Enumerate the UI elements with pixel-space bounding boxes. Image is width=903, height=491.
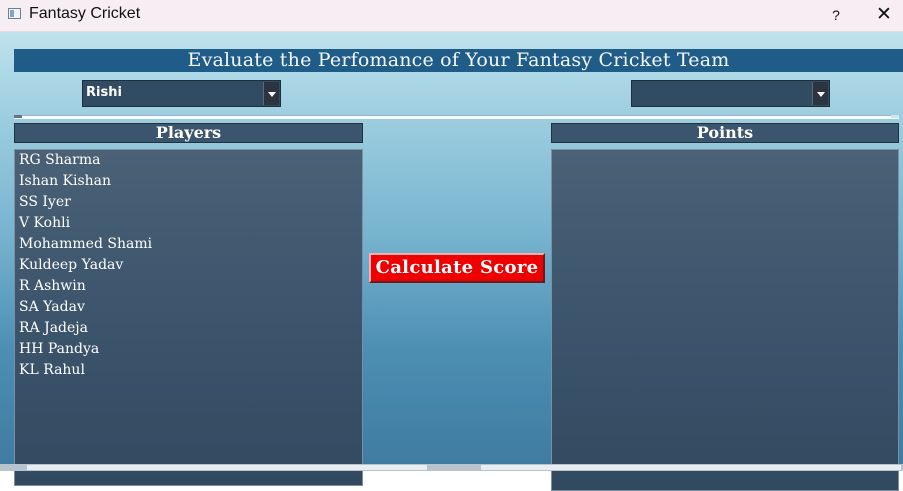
horizontal-scrollbar[interactable] (0, 464, 903, 471)
points-list[interactable] (551, 149, 899, 491)
window-title: Fantasy Cricket (29, 5, 141, 22)
help-button[interactable]: ? (826, 4, 846, 26)
close-button[interactable]: ✕ (872, 4, 896, 26)
list-item[interactable]: V Kohli (19, 215, 70, 231)
list-item[interactable]: Kuldeep Yadav (19, 257, 123, 273)
list-item[interactable]: SS Iyer (19, 194, 71, 210)
match-select[interactable] (631, 80, 830, 107)
app-window-icon (8, 8, 21, 19)
separator-line (14, 115, 899, 119)
players-list[interactable]: RG Sharma Ishan Kishan SS Iyer V Kohli M… (14, 149, 363, 486)
list-item[interactable]: Ishan Kishan (19, 173, 111, 189)
list-item[interactable]: HH Pandya (19, 341, 99, 357)
chevron-down-icon[interactable] (812, 82, 828, 105)
list-item[interactable]: Mohammed Shami (19, 236, 152, 252)
list-item[interactable]: SA Yadav (19, 299, 85, 315)
list-item[interactable]: RG Sharma (19, 152, 100, 168)
list-item[interactable]: R Ashwin (19, 278, 86, 294)
calculate-score-button[interactable]: Calculate Score (369, 253, 545, 283)
points-panel-title: Points (551, 123, 899, 143)
team-select[interactable]: Rishi (82, 80, 281, 107)
main-window-content: Evaluate the Perfomance of Your Fantasy … (0, 32, 903, 491)
list-item[interactable]: RA Jadeja (19, 320, 88, 336)
team-select-value: Rishi (86, 85, 122, 100)
page-title: Evaluate the Perfomance of Your Fantasy … (14, 49, 903, 72)
chevron-down-icon[interactable] (263, 82, 279, 105)
players-panel-title: Players (14, 123, 363, 143)
window-titlebar: Fantasy Cricket ? ✕ (0, 0, 903, 32)
list-item[interactable]: KL Rahul (19, 362, 85, 378)
